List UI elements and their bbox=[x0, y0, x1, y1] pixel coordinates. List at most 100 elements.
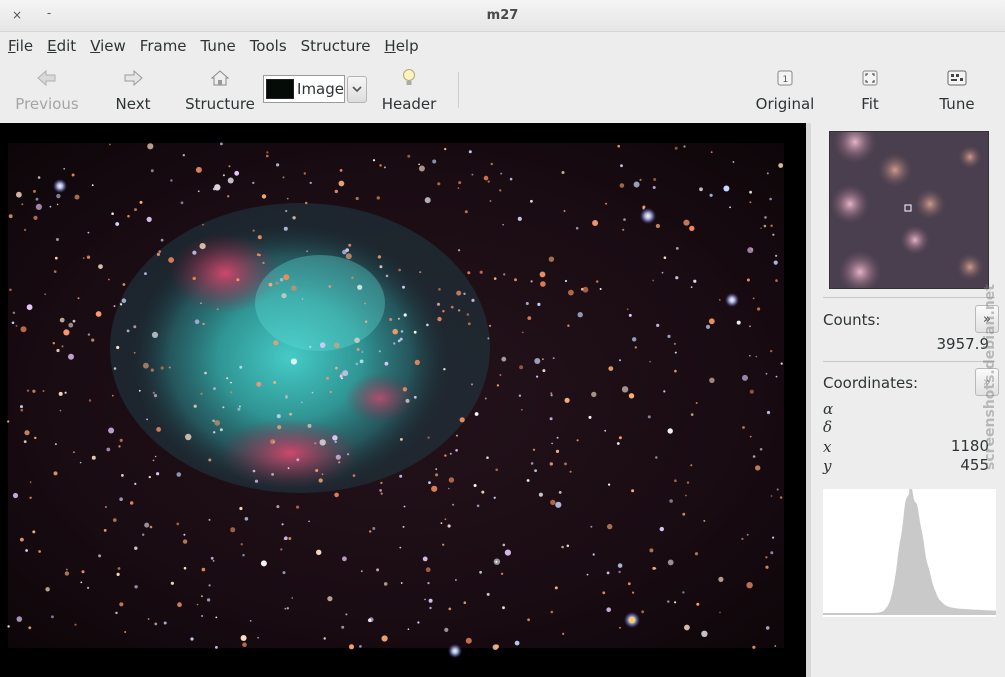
star bbox=[49, 205, 52, 208]
star bbox=[628, 313, 632, 317]
tune-button[interactable]: Tune bbox=[932, 63, 982, 117]
star bbox=[319, 439, 326, 446]
star bbox=[774, 645, 777, 647]
star bbox=[496, 384, 499, 387]
header-button[interactable]: Header bbox=[378, 63, 440, 117]
star bbox=[261, 194, 267, 199]
star bbox=[364, 302, 366, 305]
star bbox=[770, 551, 774, 555]
structure-button[interactable]: Structure bbox=[180, 63, 260, 117]
star bbox=[772, 536, 775, 539]
star bbox=[684, 624, 690, 631]
star bbox=[109, 143, 111, 146]
menu-edit[interactable]: Edit bbox=[47, 37, 76, 55]
star bbox=[239, 365, 243, 369]
frame-combo[interactable]: Image bbox=[263, 75, 367, 104]
star bbox=[576, 439, 579, 442]
star bbox=[399, 337, 403, 341]
star bbox=[276, 414, 281, 419]
header-label: Header bbox=[381, 95, 437, 113]
star bbox=[7, 420, 10, 423]
star bbox=[289, 412, 292, 416]
star bbox=[667, 428, 673, 434]
arrow-right-icon bbox=[122, 67, 144, 89]
star bbox=[303, 172, 306, 175]
star bbox=[309, 345, 312, 348]
star bbox=[551, 442, 553, 445]
star bbox=[329, 391, 332, 393]
star bbox=[256, 253, 260, 256]
star bbox=[150, 368, 154, 372]
star bbox=[199, 243, 206, 250]
star bbox=[176, 472, 182, 477]
star bbox=[389, 318, 393, 321]
star bbox=[466, 313, 470, 316]
image-view[interactable] bbox=[0, 123, 806, 677]
menu-tools[interactable]: Tools bbox=[250, 37, 287, 55]
star bbox=[222, 406, 225, 409]
star bbox=[428, 481, 431, 484]
star bbox=[334, 492, 339, 498]
star bbox=[649, 360, 651, 363]
menu-structure[interactable]: Structure bbox=[301, 37, 371, 55]
star bbox=[608, 483, 611, 486]
star bbox=[705, 324, 711, 329]
star bbox=[690, 413, 694, 416]
star bbox=[509, 177, 513, 181]
star bbox=[283, 226, 288, 231]
star bbox=[170, 581, 174, 585]
star bbox=[285, 209, 288, 213]
star bbox=[149, 525, 153, 529]
star bbox=[444, 454, 447, 457]
star bbox=[150, 169, 154, 173]
menu-help[interactable]: Help bbox=[384, 37, 418, 55]
star bbox=[442, 310, 445, 313]
star bbox=[108, 427, 115, 434]
star bbox=[775, 375, 778, 378]
star bbox=[556, 436, 559, 439]
star bbox=[328, 285, 332, 288]
star bbox=[202, 322, 205, 326]
star bbox=[321, 473, 324, 476]
chevron-down-icon[interactable] bbox=[347, 76, 367, 103]
star bbox=[592, 220, 599, 226]
star bbox=[113, 305, 116, 308]
star bbox=[399, 474, 403, 478]
star bbox=[23, 228, 27, 232]
star bbox=[530, 462, 534, 465]
star bbox=[288, 537, 292, 540]
star bbox=[502, 606, 505, 610]
original-button[interactable]: 1 Original bbox=[752, 63, 818, 117]
star bbox=[79, 461, 82, 464]
star bbox=[487, 180, 490, 183]
star bbox=[81, 570, 85, 574]
star bbox=[195, 166, 202, 173]
star bbox=[617, 144, 620, 148]
star bbox=[237, 407, 241, 411]
combo-field[interactable]: Image bbox=[263, 75, 345, 103]
star bbox=[254, 479, 259, 483]
star bbox=[447, 524, 451, 528]
menu-file[interactable]: File bbox=[8, 37, 33, 55]
star bbox=[398, 268, 401, 272]
fit-button[interactable]: Fit bbox=[852, 63, 888, 117]
star bbox=[361, 351, 364, 353]
star bbox=[208, 584, 211, 587]
menu-frame[interactable]: Frame bbox=[140, 37, 187, 55]
menu-view[interactable]: View bbox=[90, 37, 126, 55]
star bbox=[407, 628, 410, 630]
star bbox=[384, 361, 389, 366]
menu-tune[interactable]: Tune bbox=[201, 37, 236, 55]
star bbox=[599, 288, 602, 290]
star bbox=[332, 435, 338, 441]
previous-button[interactable]: Previous bbox=[12, 63, 82, 117]
star bbox=[778, 163, 784, 168]
star bbox=[379, 489, 382, 492]
next-button[interactable]: Next bbox=[106, 63, 160, 117]
star bbox=[458, 181, 462, 185]
star bbox=[481, 490, 485, 494]
star bbox=[208, 518, 211, 521]
star bbox=[315, 469, 319, 472]
star bbox=[72, 319, 76, 323]
star bbox=[252, 229, 255, 232]
